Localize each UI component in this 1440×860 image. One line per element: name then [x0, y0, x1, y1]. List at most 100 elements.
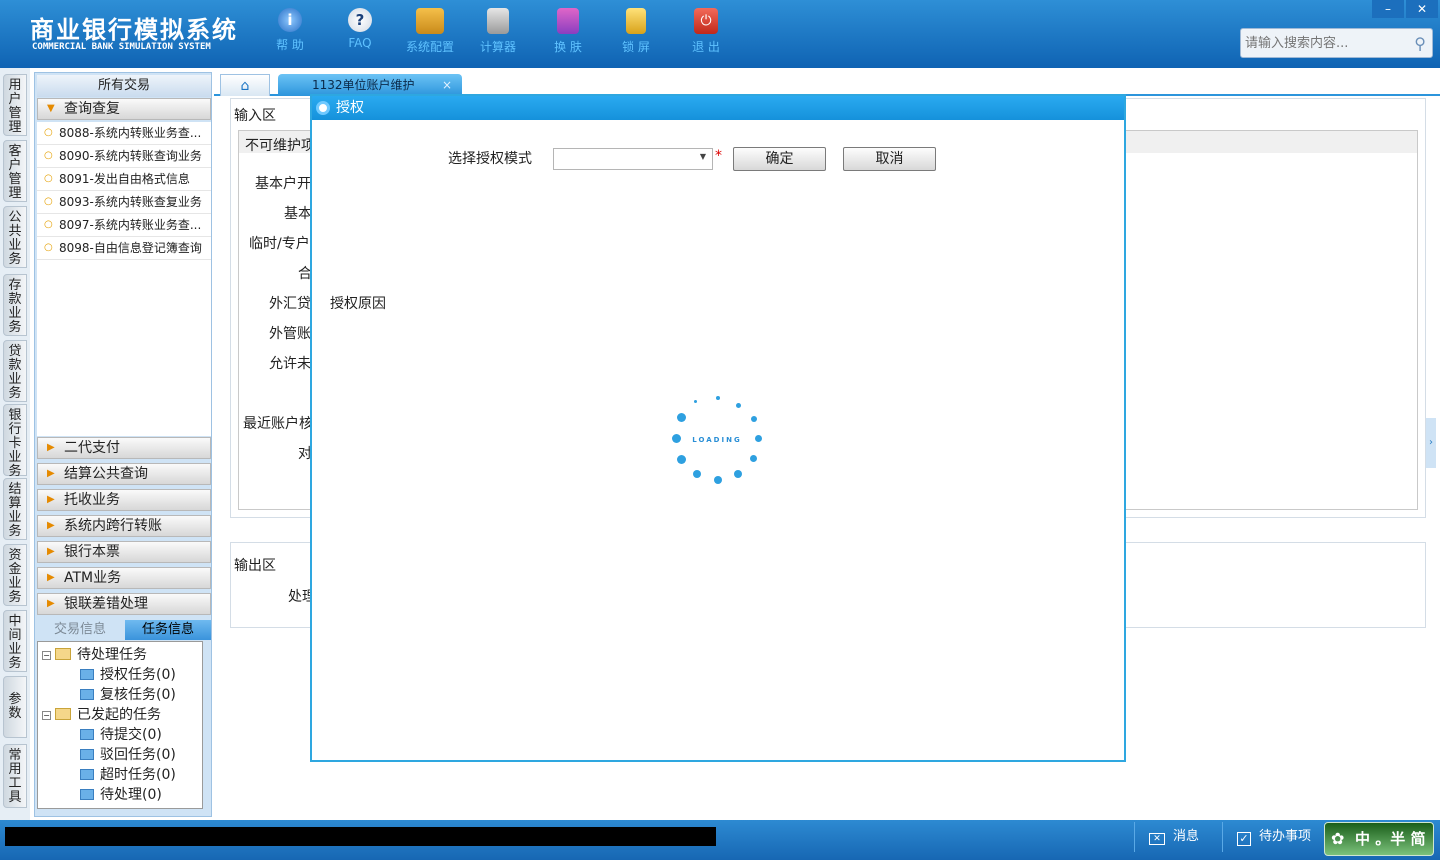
list-empty-area: [37, 260, 211, 436]
close-window-button[interactable]: ✕: [1406, 0, 1438, 18]
group-bank-draft[interactable]: ▶ 银行本票: [37, 541, 211, 563]
vtab-common-tools[interactable]: 常用工具: [3, 744, 27, 808]
calculator-icon: [487, 8, 509, 34]
home-tab[interactable]: ⌂: [220, 74, 270, 96]
task-icon: [80, 689, 94, 700]
authorization-dialog: 授权 选择授权模式 ▼ * 确定 取消 授权原因 LOADING: [310, 94, 1126, 762]
vtab-funds-business[interactable]: 资金业务: [3, 544, 27, 606]
collapse-icon[interactable]: −: [42, 651, 51, 660]
list-item[interactable]: ○ 8090-系统内转账查询业务: [37, 145, 211, 168]
list-item-label: 8090-系统内转账查询业务: [59, 149, 202, 163]
faq-button[interactable]: ? FAQ: [330, 8, 390, 60]
list-item[interactable]: ○ 8093-系统内转账查复业务: [37, 191, 211, 214]
exit-button[interactable]: ⏻ 退 出: [676, 8, 736, 60]
question-icon: ?: [348, 8, 372, 32]
circle-icon: ○: [44, 173, 53, 184]
field-label: 临时/专户: [249, 236, 310, 252]
tab-transaction-info[interactable]: 交易信息: [37, 620, 123, 640]
tree-node-started[interactable]: − 已发起的任务: [42, 704, 161, 724]
tree-node-review[interactable]: 复核任务(0): [80, 684, 176, 704]
caret-right-icon: ▶: [47, 572, 55, 583]
vtab-intermediary-business[interactable]: 中间业务: [3, 610, 27, 672]
vtab-public-business[interactable]: 公共业务: [3, 206, 27, 268]
minimize-button[interactable]: –: [1372, 0, 1404, 18]
tree-node-label: 待处理任务: [77, 647, 147, 663]
spinner-dot: [755, 435, 762, 442]
todo-button[interactable]: ✓ 待办事项: [1222, 822, 1322, 852]
tree-node-label: 授权任务(0): [100, 667, 176, 683]
task-tree: − 待处理任务 授权任务(0) 复核任务(0) − 已发起的任务 待提交(0) 驳回…: [37, 641, 203, 809]
group-settlement-query[interactable]: ▶ 结算公共查询: [37, 463, 211, 485]
list-item[interactable]: ○ 8098-自由信息登记簿查询: [37, 237, 211, 260]
vtab-settlement-business[interactable]: 结算业务: [3, 478, 27, 540]
vtab-card-business[interactable]: 银行卡业务: [3, 404, 27, 479]
field-label: 外汇贷: [269, 296, 311, 312]
system-config-button[interactable]: 系统配置: [400, 8, 460, 60]
lock-screen-button[interactable]: 锁 屏: [606, 8, 666, 60]
required-marker: *: [715, 148, 722, 164]
spinner-dot: [693, 470, 701, 478]
tab-task-info[interactable]: 任务信息: [125, 620, 211, 640]
caret-right-icon: ▶: [47, 520, 55, 531]
caret-right-icon: ▶: [47, 598, 55, 609]
group-unionpay-error[interactable]: ▶ 银联差错处理: [37, 593, 211, 615]
shirt-icon: [557, 8, 579, 34]
spinner-dot: [677, 455, 686, 464]
tree-node-to-submit[interactable]: 待提交(0): [80, 724, 162, 744]
list-item[interactable]: ○ 8088-系统内转账业务查...: [37, 122, 211, 145]
tree-node-to-process[interactable]: 待处理(0): [80, 784, 162, 804]
confirm-button[interactable]: 确定: [733, 147, 826, 171]
dialog-title-bar: 授权: [312, 96, 1124, 120]
vtab-user-management[interactable]: 用户管理: [3, 74, 27, 136]
messages-button[interactable]: ✕ 消息: [1134, 822, 1224, 852]
collapse-right-handle[interactable]: ›: [1426, 418, 1436, 468]
calculator-button[interactable]: 计算器: [468, 8, 528, 60]
todo-label: 待办事项: [1259, 829, 1312, 844]
field-label: 外管账: [269, 326, 311, 342]
field-label: 基本: [284, 206, 312, 222]
ime-label: 中 。半 简: [1355, 830, 1426, 848]
all-transactions-header: 所有交易: [37, 75, 211, 97]
tab-account-maintenance[interactable]: 1132单位账户维护 ×: [278, 74, 462, 96]
search-input[interactable]: [1245, 34, 1405, 52]
dialog-title: 授权: [336, 100, 364, 116]
list-item[interactable]: ○ 8091-发出自由格式信息: [37, 168, 211, 191]
search-icon[interactable]: ⚲: [1414, 34, 1426, 53]
group-collection[interactable]: ▶ 托收业务: [37, 489, 211, 511]
vtab-customer-management[interactable]: 客户管理: [3, 140, 27, 202]
ime-indicator[interactable]: ✿ 中 。半 简: [1324, 822, 1434, 856]
transaction-panel: 所有交易 ▼ 查询查复 ○ 8088-系统内转账业务查... ○ 8090-系统内转账…: [34, 72, 212, 817]
tree-node-authorization[interactable]: 授权任务(0): [80, 664, 176, 684]
list-item[interactable]: ○ 8097-系统内转账业务查...: [37, 214, 211, 237]
tree-node-timeout[interactable]: 超时任务(0): [80, 764, 176, 784]
home-icon: ⌂: [240, 78, 250, 94]
group-second-gen-payment[interactable]: ▶ 二代支付: [37, 437, 211, 459]
tree-node-rejected[interactable]: 驳回任务(0): [80, 744, 176, 764]
task-icon: [80, 749, 94, 760]
spinner-dot: [677, 413, 686, 422]
tree-node-pending[interactable]: − 待处理任务: [42, 644, 147, 664]
skin-button[interactable]: 换 肤: [538, 8, 598, 60]
collapse-icon[interactable]: −: [42, 711, 51, 720]
app-title: 商业银行模拟系统: [30, 15, 238, 44]
close-tab-icon[interactable]: ×: [442, 74, 452, 96]
flower-icon: ✿: [1331, 829, 1345, 848]
tree-node-label: 待处理(0): [100, 787, 162, 803]
spinner-dot: [751, 416, 757, 422]
auth-mode-select[interactable]: ▼: [553, 148, 713, 170]
vtab-loan-business[interactable]: 贷款业务: [3, 340, 27, 402]
tab-label: 1132单位账户维护: [312, 78, 415, 92]
group-label: 系统内跨行转账: [64, 518, 162, 534]
group-interbank-transfer[interactable]: ▶ 系统内跨行转账: [37, 515, 211, 537]
group-atm[interactable]: ▶ ATM业务: [37, 567, 211, 589]
help-button[interactable]: i 帮 助: [260, 8, 320, 60]
vtab-parameters[interactable]: 参数: [3, 676, 27, 738]
group-query-reply[interactable]: ▼ 查询查复: [37, 98, 211, 120]
loading-spinner: LOADING: [672, 396, 762, 486]
list-item-label: 8093-系统内转账查复业务: [59, 195, 202, 209]
vtab-deposit-business[interactable]: 存款业务: [3, 274, 27, 336]
group-label: 托收业务: [64, 492, 120, 508]
group-label: 查询查复: [64, 101, 120, 117]
cancel-button[interactable]: 取消: [843, 147, 936, 171]
list-item-label: 8098-自由信息登记簿查询: [59, 241, 202, 255]
